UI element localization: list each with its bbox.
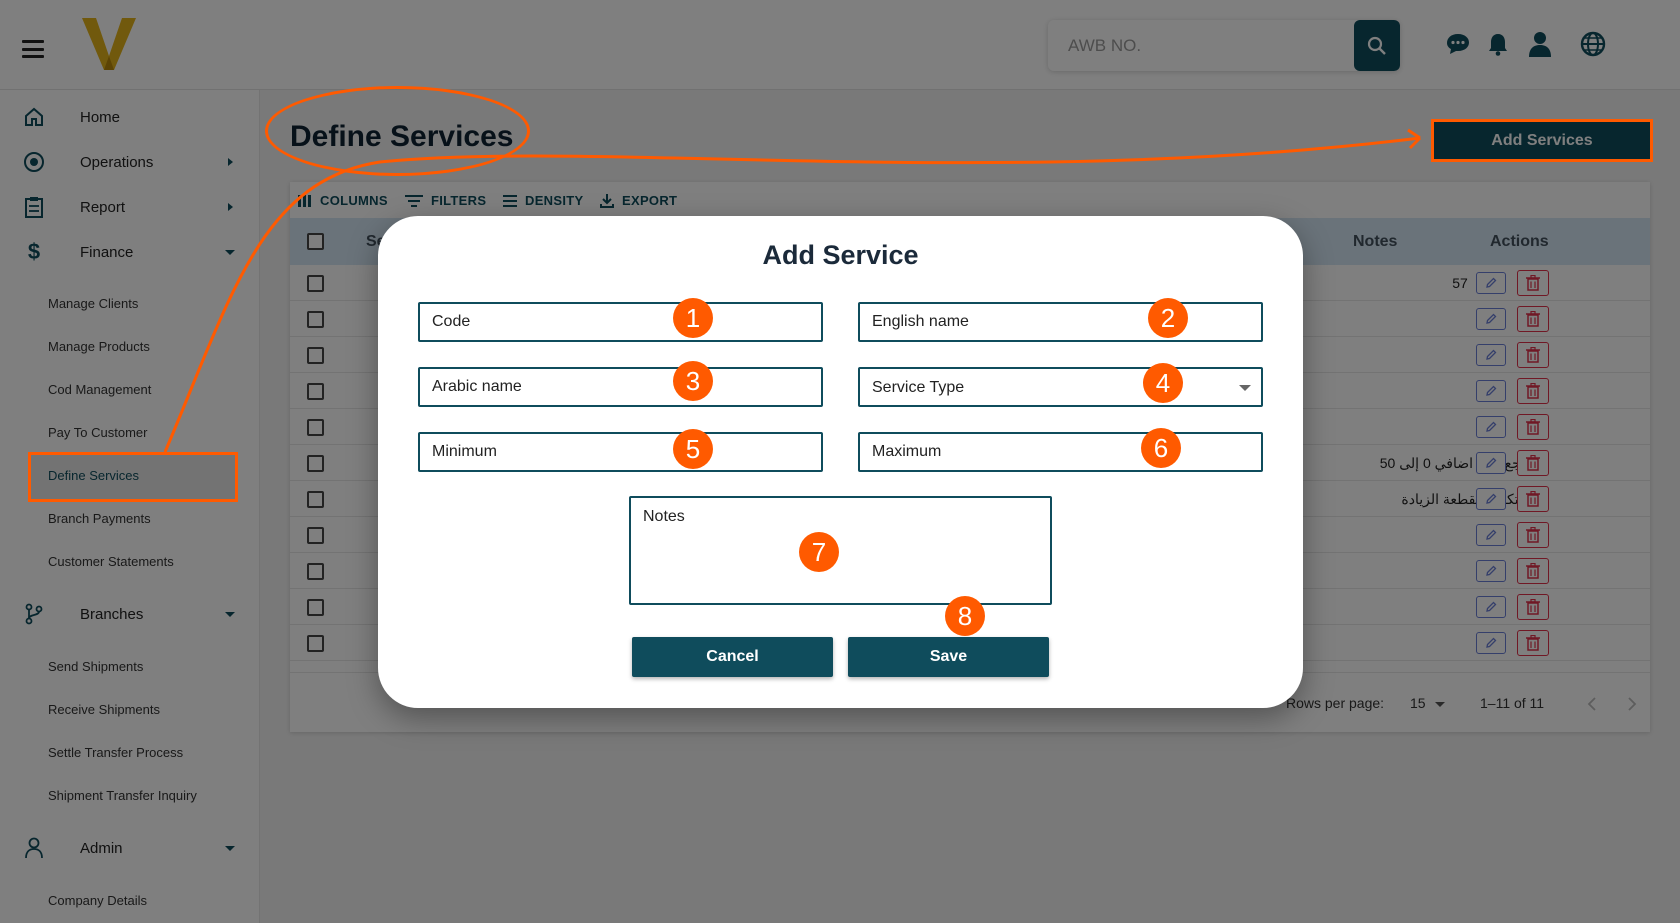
notes-field[interactable] [629,496,1052,605]
code-field[interactable] [418,302,823,342]
save-button[interactable]: Save [848,637,1049,677]
service-type-label: Service Type [872,379,965,396]
code-input[interactable] [420,304,821,340]
maximum-input[interactable] [860,434,1261,470]
title-highlight-ring [265,86,530,176]
step-badge-1: 1 [673,298,713,338]
step-badge-7: 7 [799,532,839,572]
step-badge-2: 2 [1148,298,1188,338]
maximum-field[interactable] [858,432,1263,472]
minimum-field[interactable] [418,432,823,472]
sidebar-highlight-box [28,452,238,502]
minimum-input[interactable] [420,434,821,470]
notes-textarea[interactable] [631,498,1050,603]
cancel-button[interactable]: Cancel [632,637,833,677]
arabic-name-input[interactable] [420,369,821,405]
english-name-field[interactable] [858,302,1263,342]
step-badge-3: 3 [673,361,713,401]
add-service-dialog: Add Service Service Type Cancel Save 1 2… [378,216,1303,708]
step-badge-8: 8 [945,596,985,636]
dialog-title: Add Service [762,240,919,270]
step-badge-4: 4 [1143,363,1183,403]
service-type-select[interactable]: Service Type [858,367,1263,407]
add-button-highlight-box [1431,119,1653,162]
step-badge-6: 6 [1141,428,1181,468]
caret-down-icon [1239,385,1251,391]
step-badge-5: 5 [673,429,713,469]
arabic-name-field[interactable] [418,367,823,407]
english-name-input[interactable] [860,304,1261,340]
